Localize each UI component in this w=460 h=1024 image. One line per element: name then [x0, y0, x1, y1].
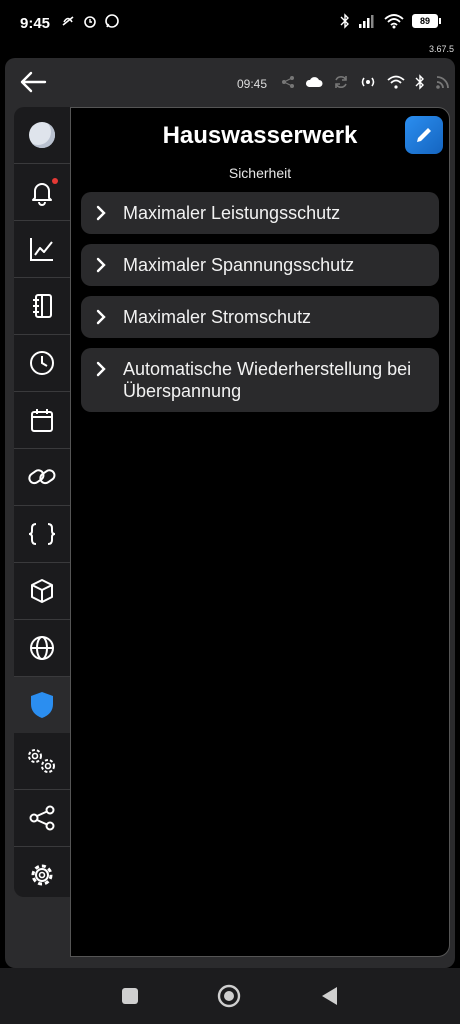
sidebar-item-security[interactable]: [14, 677, 70, 733]
back-nav-button[interactable]: [319, 985, 339, 1007]
sidebar-item-share[interactable]: [14, 790, 70, 847]
app-version: 3.67.5: [428, 44, 454, 54]
cloud-icon: [305, 77, 323, 87]
pencil-icon: [417, 128, 431, 142]
sidebar-item-profile[interactable]: [14, 107, 70, 164]
bluetooth-small-icon: [415, 74, 424, 90]
share-icon: [29, 805, 55, 831]
status-time: 9:45: [20, 15, 51, 32]
sidebar-item-notifications[interactable]: [14, 164, 70, 221]
sidebar-item-logbook[interactable]: [14, 278, 70, 335]
sidebar-item-devices[interactable]: [14, 563, 70, 620]
shield-icon: [31, 692, 53, 718]
clock-icon: [30, 351, 54, 375]
gears-icon: [28, 749, 55, 773]
chevron-right-icon: [96, 257, 106, 273]
list-item-label: Maximaler Spannungsschutz: [123, 255, 355, 275]
recent-apps-button[interactable]: [121, 987, 139, 1005]
whatsapp-icon: [105, 14, 119, 28]
chart-line-icon: [30, 238, 53, 261]
avatar: [29, 122, 55, 148]
braces-icon: [28, 523, 56, 545]
share-small-icon: [282, 76, 294, 88]
wifi-icon: [384, 14, 404, 29]
list-item-max-voltage-protection[interactable]: Maximaler Spannungsschutz: [81, 244, 439, 286]
back-button[interactable]: [19, 70, 47, 99]
broadcast-icon: [361, 77, 375, 87]
link-icon: [28, 469, 56, 485]
rss-icon: [436, 76, 449, 89]
sidebar-item-charts[interactable]: [14, 221, 70, 278]
list-item-label: Automatische Wiederherstellung bei Übers…: [123, 359, 412, 401]
signal-icon: [359, 15, 374, 28]
list-item-max-power-protection[interactable]: Maximaler Leistungsschutz: [81, 192, 439, 234]
sidebar: [14, 107, 70, 897]
sidebar-item-history[interactable]: [14, 335, 70, 392]
notebook-icon: [33, 294, 52, 318]
wifi-small-icon: [387, 75, 405, 89]
list-item-label: Maximaler Leistungsschutz: [123, 203, 341, 223]
list-item-max-current-protection[interactable]: Maximaler Stromschutz: [81, 296, 439, 338]
page-title: Hauswasserwerk: [162, 122, 358, 149]
list-item-label: Maximaler Stromschutz: [123, 307, 312, 327]
notification-badge: [52, 178, 58, 184]
sidebar-item-network[interactable]: [14, 620, 70, 677]
sidebar-item-settings[interactable]: [14, 847, 70, 903]
navigation-bar: [0, 968, 460, 1024]
chevron-right-icon: [96, 205, 106, 221]
arrow-left-icon: [20, 71, 47, 93]
section-subtitle: Sicherheit: [228, 165, 292, 181]
header-time: 09:45: [237, 77, 268, 91]
bluetooth-icon: [340, 13, 349, 29]
chevron-right-icon: [96, 361, 106, 377]
battery-icon: 89: [412, 14, 441, 28]
status-bar: 9:45 89 3.67.5: [0, 0, 460, 54]
calendar-icon: [31, 409, 53, 432]
alarm-icon: [84, 16, 96, 28]
globe-icon: [30, 636, 54, 660]
sidebar-item-calendar[interactable]: [14, 392, 70, 449]
main-panel: Hauswasserwerk Sicherheit Maximaler Leis…: [70, 107, 450, 957]
list-item-auto-recovery-overvoltage[interactable]: Automatische Wiederherstellung bei Übers…: [81, 348, 439, 412]
settings-list: Maximaler Leistungsschutz Maximaler Span…: [81, 192, 439, 422]
sidebar-item-advanced[interactable]: [14, 733, 70, 790]
do-not-disturb-icon: [62, 16, 74, 26]
sync-icon: [335, 76, 347, 88]
sidebar-item-links[interactable]: [14, 449, 70, 506]
edit-button[interactable]: [405, 116, 443, 154]
home-button[interactable]: [217, 984, 241, 1008]
settings-icon: [31, 864, 53, 886]
cube-icon: [31, 579, 53, 603]
sidebar-item-scripts[interactable]: [14, 506, 70, 563]
chevron-right-icon: [96, 309, 106, 325]
